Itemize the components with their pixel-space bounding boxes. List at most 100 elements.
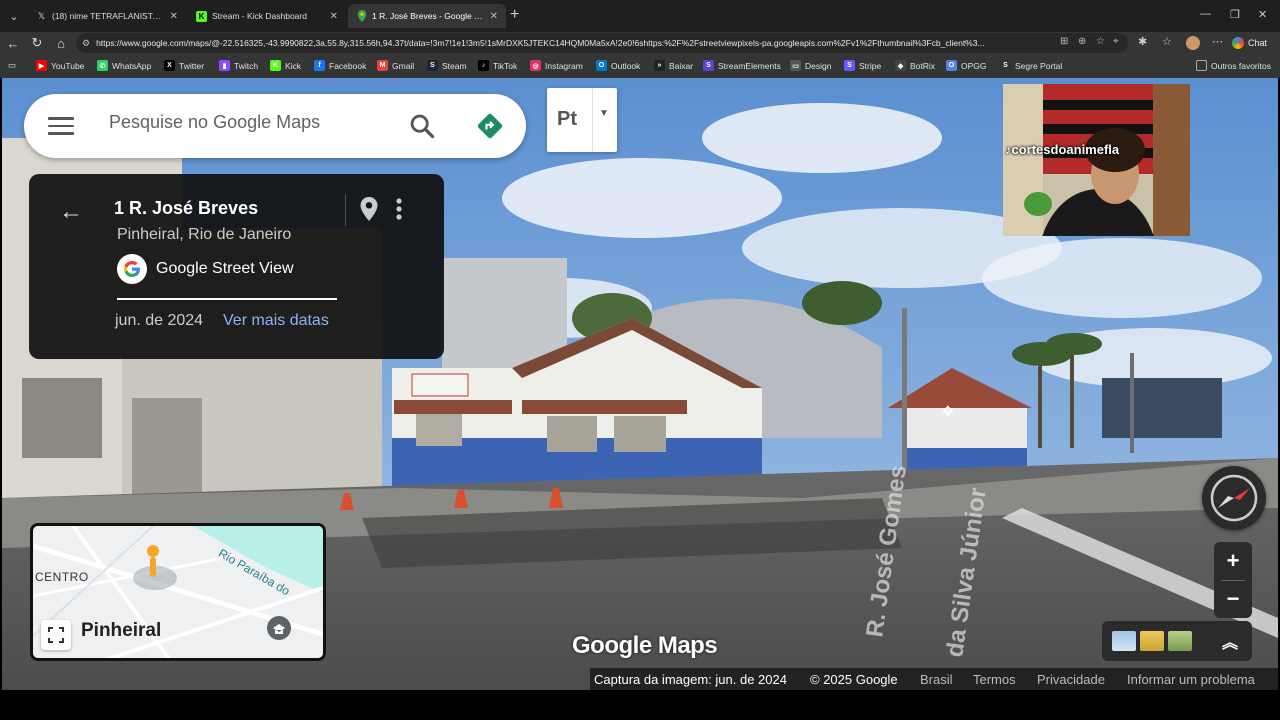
whatsapp-icon: ✆ [97,60,108,71]
reload-icon[interactable]: ↻ [28,34,46,52]
bookmark-facebook[interactable]: f Facebook [314,60,366,71]
bookmark-label: TikTok [493,60,518,71]
footer-bar: Captura da imagem: jun. de 2024 © 2025 G… [590,668,1278,690]
footer-country[interactable]: Brasil [920,672,953,687]
new-tab-icon[interactable]: + [510,6,519,24]
bookmark-gmail[interactable]: M Gmail [377,60,414,71]
caret-down-icon[interactable]: ▼ [599,108,609,119]
more-vert-icon[interactable] [395,196,403,222]
bookmark-label: OPGG [961,60,987,71]
divider [592,88,593,152]
back-icon[interactable]: ← [4,34,22,52]
apps-icon[interactable]: ⊞ [1060,36,1068,47]
restore-icon[interactable]: ❐ [1230,8,1240,21]
bookmark-outlook[interactable]: O Outlook [596,60,640,71]
bookmark-twitch[interactable]: ▮ Twitch [219,60,258,71]
outlook-icon: O [596,60,607,71]
other-favorites[interactable]: Outros favoritos [1196,60,1271,71]
zoom-control: + − [1214,542,1252,618]
more-menu-icon[interactable]: ⋯ [1212,35,1223,48]
pegman-icon[interactable] [147,545,159,557]
copilot-icon [1232,37,1244,49]
search-input[interactable] [109,112,389,133]
tiktok-icon: ♪ [478,60,489,71]
tab-title: 1 R. José Breves - Google Maps [372,11,484,21]
bookmark-kick[interactable]: K Kick [270,60,301,71]
bookmarks-toggle-icon[interactable]: ▭ [8,60,16,71]
footer-terms-link[interactable]: Termos [973,672,1016,687]
menu-icon[interactable] [48,117,74,135]
layer-thumb-terrain[interactable] [1168,631,1192,651]
layers-control[interactable]: ︽ [1102,621,1252,661]
chat-button[interactable]: Chat [1232,34,1267,52]
close-icon[interactable]: ✕ [490,11,498,22]
bookmark-label: Facebook [329,60,367,71]
input-tools-button[interactable]: Pt ▼ [547,88,617,152]
bookmark-youtube[interactable]: ▶ YouTube [36,60,84,71]
close-icon[interactable]: ✕ [330,11,338,22]
bookmark-opgg[interactable]: O OPGG [946,60,987,71]
bookmark-tiktok[interactable]: ♪ TikTok [478,60,517,71]
close-window-icon[interactable]: ✕ [1258,8,1267,21]
home-icon[interactable]: ⌂ [52,34,70,52]
back-arrow-icon[interactable]: ← [59,198,83,226]
twitch-icon: ▮ [219,60,230,71]
bookmark-design[interactable]: ▭ Design [790,60,831,71]
bookmark-botrix[interactable]: ◆ BotRix [895,60,935,71]
footer-report-link[interactable]: Informar um problema [1127,672,1255,687]
more-dates-link[interactable]: Ver mais datas [223,312,329,330]
zoom-icon[interactable]: ⊕ [1078,36,1086,47]
bookmarks-bar: ▭ Outros favoritos ▶ YouTube ✆ WhatsApp X Twi… [0,54,1280,78]
facebook-icon: f [314,60,325,71]
map-pin-icon[interactable] [359,196,379,222]
tab-title: (18) nime TETRAFLANISTA ᴀᴏᴋᴋ (@ [52,11,164,21]
zoom-out-icon[interactable]: − [1214,580,1252,618]
location-icon[interactable]: ⌖ [1113,36,1119,47]
close-icon[interactable]: ✕ [170,11,178,22]
opgg-icon: O [946,60,957,71]
bookmark-streamelements[interactable]: S StreamElements [703,60,781,71]
tab-search-chevron-icon[interactable]: ⌄ [4,6,24,26]
extensions-icon[interactable]: ✱ [1138,35,1147,48]
webcam-overlay [1003,84,1190,236]
address-toolbar: ← ↻ ⌂ ⚙ https://www.google.com/maps/@-22… [0,32,1280,54]
zoom-in-icon[interactable]: + [1214,542,1252,580]
omnibox[interactable]: ⚙ https://www.google.com/maps/@-22.51632… [76,33,1128,53]
tab-title: Stream - Kick Dashboard [212,11,307,21]
bookmark-steam[interactable]: S Steam [427,60,467,71]
favorites-icon[interactable]: ☆ [1162,35,1172,48]
street-view-panel[interactable]: R. José Gomes da Silva Júnior ✥ Pt ▼ ← 1… [2,78,1278,690]
input-tools-label: Pt [557,108,577,130]
profile-avatar[interactable] [1186,36,1200,50]
tab-google-maps[interactable]: 1 R. José Breves - Google Maps ✕ [348,4,506,28]
tab-twitter[interactable]: 𝕏 (18) nime TETRAFLANISTA ᴀᴏᴋᴋ (@ ✕ [28,4,186,28]
bookmark-twitter[interactable]: X Twitter [164,60,204,71]
compass-icon[interactable] [1202,466,1266,530]
site-info-icon[interactable]: ⚙ [82,38,90,49]
segre-portal-icon: S [1000,60,1011,71]
bookmark-whatsapp[interactable]: ✆ WhatsApp [97,60,151,71]
chevron-up-icon[interactable]: ︽ [1222,629,1238,653]
street-view-source: Google Street View [156,260,294,277]
footer-privacy-link[interactable]: Privacidade [1037,672,1105,687]
layer-thumb-sand[interactable] [1140,631,1164,651]
star-icon[interactable]: ☆ [1096,36,1105,47]
bookmark-label: Segre Portal [1015,60,1063,71]
bookmark-segre-portal[interactable]: S Segre Portal [1000,60,1062,71]
layer-thumb-sky[interactable] [1112,631,1136,651]
url-text[interactable]: https://www.google.com/maps/@-22.516325,… [96,38,1056,48]
expand-icon[interactable] [41,620,71,650]
tab-kick-dashboard[interactable]: K Stream - Kick Dashboard ✕ [188,4,346,28]
minimap[interactable]: CENTRO Rio Paraíba do Pinheiral [30,523,326,661]
search-icon[interactable] [408,112,436,140]
bookmark-label: Stripe [859,60,882,71]
bookmark-stripe[interactable]: S Stripe [844,60,881,71]
address-subtitle: Pinheiral, Rio de Janeiro [117,226,292,243]
directions-icon[interactable] [476,112,504,140]
bookmark-label: WhatsApp [112,60,152,71]
bookmark-instagram[interactable]: ◎ Instagram [530,60,583,71]
minimize-icon[interactable]: — [1200,8,1211,20]
tiktok-handle: ♪cortesdoanimefla [1005,142,1120,157]
bookmark-baixar[interactable]: » Baixar [654,60,693,71]
search-box [24,94,526,158]
